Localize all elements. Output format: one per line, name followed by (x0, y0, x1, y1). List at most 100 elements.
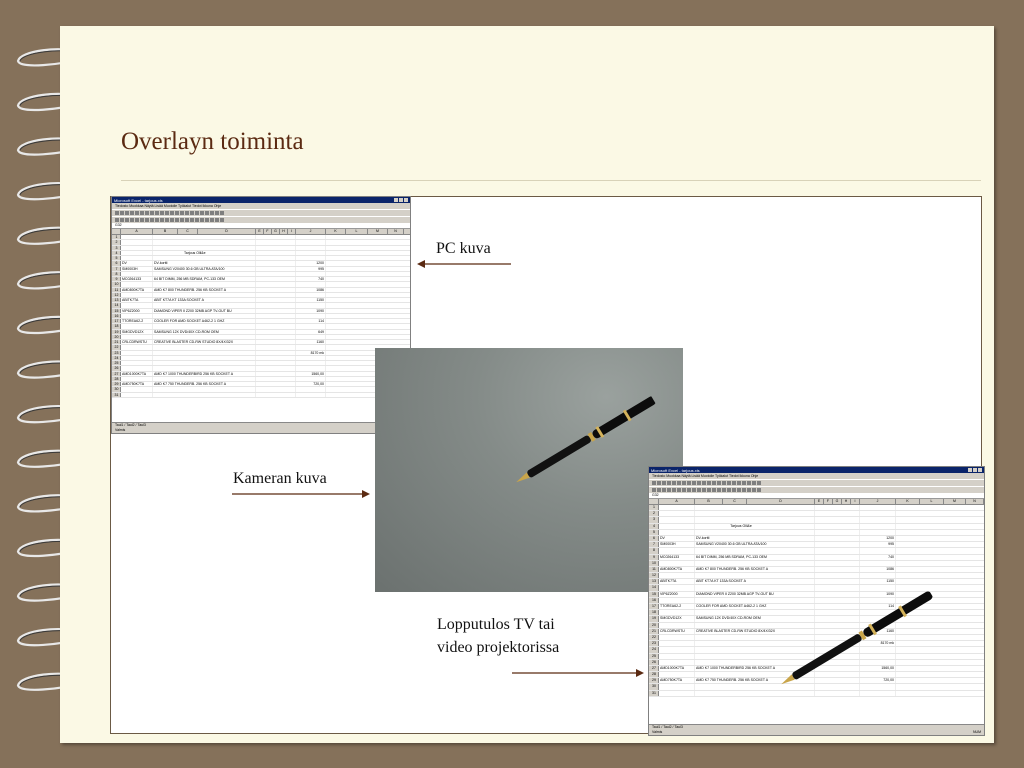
cell-blank[interactable] (256, 292, 296, 297)
cell-code[interactable] (659, 647, 695, 653)
toolbar-icon[interactable] (752, 488, 756, 492)
cell-code[interactable] (121, 245, 153, 250)
cell-price[interactable] (860, 548, 896, 554)
formatting-toolbar[interactable] (649, 486, 984, 493)
toolbar-icon[interactable] (672, 488, 676, 492)
row-number[interactable]: 16 (649, 597, 659, 603)
toolbar-icon[interactable] (732, 488, 736, 492)
toolbar-icon[interactable] (697, 481, 701, 485)
row-number[interactable]: 10 (112, 282, 121, 287)
toolbar-icon[interactable] (140, 211, 144, 215)
cell-desc[interactable] (695, 517, 815, 523)
cell-code[interactable] (659, 511, 695, 517)
cell-price[interactable] (296, 292, 326, 297)
cell-price[interactable]: 720,00 (296, 382, 326, 387)
toolbar-icon[interactable] (210, 218, 214, 222)
toolbar-icon[interactable] (722, 481, 726, 485)
cell-price[interactable] (860, 585, 896, 591)
cell-desc[interactable] (695, 641, 815, 647)
cell-desc[interactable] (153, 292, 256, 297)
column-header[interactable]: G (272, 229, 280, 234)
cell-code[interactable] (659, 622, 695, 628)
toolbar-icon[interactable] (662, 481, 666, 485)
toolbar-icon[interactable] (200, 211, 204, 215)
toolbar-icon[interactable] (727, 481, 731, 485)
row-number[interactable]: 24 (112, 355, 121, 360)
cell-desc[interactable]: COOLER FOR AMD SOCKET A462-2 1 GHZ (153, 319, 256, 324)
row-number[interactable]: 23 (649, 641, 659, 647)
cell-blank[interactable] (256, 277, 296, 282)
cell-blank[interactable] (815, 542, 860, 548)
cell-price[interactable] (296, 250, 326, 255)
toolbar-icon[interactable] (727, 488, 731, 492)
toolbar-icon[interactable] (667, 488, 671, 492)
cell-desc[interactable]: AMD K7 800 THUNDERB. 256 KB SOCKET A (695, 566, 815, 573)
cell-price[interactable] (296, 235, 326, 240)
toolbar-icon[interactable] (215, 218, 219, 222)
toolbar-icon[interactable] (150, 211, 154, 215)
cell-code[interactable]: AMD750K7TA (121, 382, 153, 387)
toolbar-icon[interactable] (125, 218, 129, 222)
row-number[interactable]: 13 (649, 579, 659, 585)
column-header[interactable]: C (178, 229, 198, 234)
row-number[interactable]: 17 (649, 604, 659, 610)
cell-blank[interactable] (815, 684, 860, 690)
cell-desc[interactable] (153, 387, 256, 392)
cell-desc[interactable] (153, 271, 256, 276)
cell-desc[interactable] (695, 529, 815, 535)
column-header[interactable]: A (659, 499, 695, 504)
toolbar-icon[interactable] (180, 211, 184, 215)
cell-price[interactable]: 1560,00 (860, 665, 896, 672)
cell-desc[interactable] (695, 647, 815, 653)
cell-code[interactable] (659, 690, 695, 696)
cell-price[interactable] (296, 387, 326, 392)
row-number[interactable]: 21 (112, 340, 121, 345)
row-number[interactable]: 22 (649, 634, 659, 641)
row-number[interactable]: 5 (649, 529, 659, 535)
cell-blank[interactable] (815, 672, 860, 678)
cell-code[interactable] (659, 560, 695, 566)
column-header[interactable]: E (256, 229, 264, 234)
cell-blank[interactable] (815, 591, 860, 597)
row-number[interactable]: 4 (649, 523, 659, 529)
column-header[interactable]: M (368, 229, 388, 234)
cell-desc[interactable] (695, 560, 815, 566)
cell-price[interactable] (860, 597, 896, 603)
cell-code[interactable]: ABITK7TA (659, 579, 695, 585)
cell-desc[interactable] (153, 345, 256, 350)
column-header[interactable]: L (920, 499, 944, 504)
cell-code[interactable] (659, 634, 695, 641)
cell-code[interactable]: DV (121, 261, 153, 266)
cell-blank[interactable] (815, 597, 860, 603)
column-header[interactable]: K (326, 229, 346, 234)
row-number[interactable]: 5 (112, 256, 121, 261)
toolbar-icon[interactable] (190, 218, 194, 222)
cell-desc[interactable]: DV-kortti (153, 261, 256, 266)
cell-code[interactable]: SMGDVD12X (121, 329, 153, 334)
cell-code[interactable] (121, 387, 153, 392)
toolbar-icon[interactable] (742, 481, 746, 485)
cell-code[interactable] (659, 523, 695, 529)
row-number[interactable]: 1 (112, 235, 121, 240)
cell-blank[interactable] (256, 382, 296, 387)
cell-desc[interactable] (153, 303, 256, 308)
toolbar-icon[interactable] (130, 211, 134, 215)
toolbar-icon[interactable] (195, 211, 199, 215)
cell-desc[interactable] (153, 256, 256, 261)
row-number[interactable]: 14 (112, 303, 121, 308)
row-number[interactable]: 7 (649, 542, 659, 548)
cell-code[interactable]: DV (659, 535, 695, 542)
toolbar-icon[interactable] (160, 211, 164, 215)
column-header[interactable]: B (153, 229, 178, 234)
cell-desc[interactable] (695, 573, 815, 579)
cell-blank[interactable] (256, 366, 296, 371)
cell-blank[interactable] (256, 387, 296, 392)
cell-code[interactable]: SM0003H (659, 542, 695, 548)
row-number[interactable]: 19 (649, 616, 659, 622)
toolbar-icon[interactable] (185, 218, 189, 222)
toolbar-icon[interactable] (747, 481, 751, 485)
cell-desc[interactable]: Tarjous Olli&e (153, 250, 256, 255)
column-header[interactable]: I (288, 229, 296, 234)
row-number[interactable]: 30 (649, 684, 659, 690)
toolbar-icon[interactable] (732, 481, 736, 485)
